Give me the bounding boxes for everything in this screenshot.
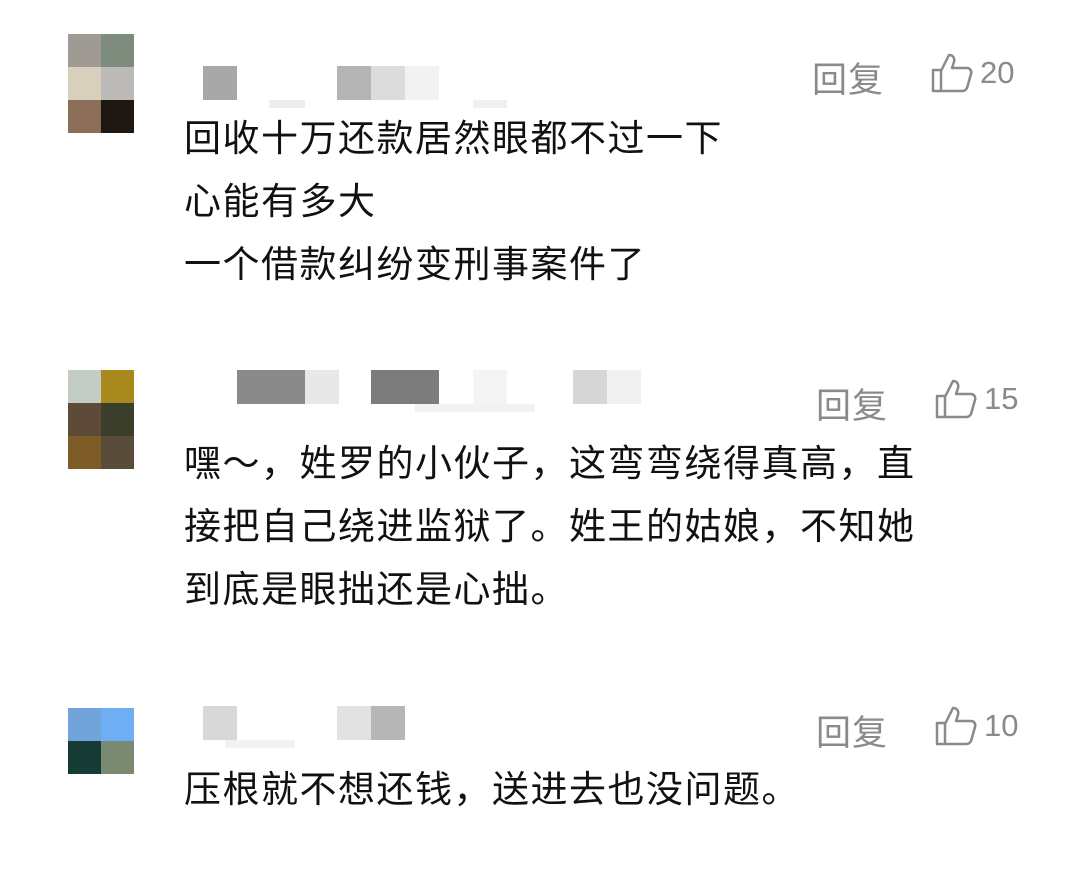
- avatar-pixel: [68, 741, 101, 774]
- thumbs-up-icon: [931, 53, 973, 93]
- comment-line: 压根就不想还钱，送进去也没问题。: [184, 768, 800, 811]
- avatar-pixel: [101, 403, 134, 436]
- reply-button[interactable]: 回复: [816, 378, 888, 429]
- comment-text: 嘿～，姓罗的小伙子，这弯弯绕得真高，直 接把自己绕进监狱了。姓王的姑娘，不知她 …: [184, 432, 1004, 621]
- like-count: 10: [984, 708, 1019, 743]
- avatar-pixel: [101, 100, 134, 133]
- avatar[interactable]: [68, 708, 134, 774]
- username-blurred[interactable]: [185, 370, 665, 412]
- like-count: 15: [984, 381, 1019, 416]
- like-button[interactable]: 20: [930, 52, 1014, 94]
- comment-line: 嘿～，姓罗的小伙子，这弯弯绕得真高，直: [184, 442, 916, 485]
- reply-button[interactable]: 回复: [812, 52, 884, 103]
- comment-text: 压根就不想还钱，送进去也没问题。: [184, 758, 1004, 821]
- like-button[interactable]: 15: [934, 378, 1018, 420]
- like-count: 20: [980, 55, 1015, 90]
- avatar-pixel: [68, 370, 101, 403]
- avatar-pixel: [68, 67, 101, 100]
- avatar-pixel: [68, 436, 101, 469]
- comment-line: 心能有多大: [184, 180, 377, 223]
- avatar-pixel: [101, 708, 134, 741]
- avatar-pixel: [68, 100, 101, 133]
- like-button[interactable]: 10: [934, 705, 1018, 747]
- comment-line: 到底是眼拙还是心拙。: [184, 568, 569, 611]
- avatar[interactable]: [68, 34, 134, 134]
- reply-button[interactable]: 回复: [816, 705, 888, 756]
- comment-text: 回收十万还款居然眼都不过一下 心能有多大 一个借款纠纷变刑事案件了: [184, 107, 1004, 296]
- username-blurred[interactable]: [185, 706, 665, 748]
- comment-line: 一个借款纠纷变刑事案件了: [184, 243, 646, 286]
- thumbs-up-icon: [935, 706, 977, 746]
- avatar-pixel: [101, 741, 134, 774]
- thumbs-up-icon: [935, 379, 977, 419]
- username-blurred[interactable]: [185, 66, 665, 108]
- avatar-pixel: [101, 67, 134, 100]
- avatar-pixel: [68, 403, 101, 436]
- avatar-pixel: [68, 708, 101, 741]
- avatar-pixel: [68, 34, 101, 67]
- avatar-pixel: [101, 34, 134, 67]
- avatar[interactable]: [68, 370, 134, 470]
- comment-line: 接把自己绕进监狱了。姓王的姑娘，不知她: [184, 505, 916, 548]
- avatar-pixel: [101, 370, 134, 403]
- avatar-pixel: [101, 436, 134, 469]
- comment-line: 回收十万还款居然眼都不过一下: [184, 117, 723, 160]
